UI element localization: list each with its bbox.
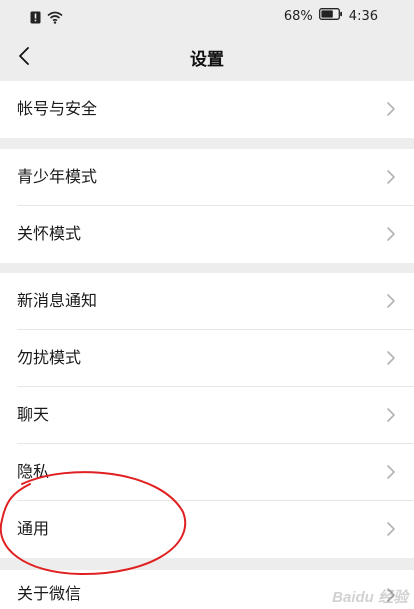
settings-row-account-security[interactable]: 帐号与安全 — [0, 81, 414, 138]
watermark: Baidu 经验 — [332, 589, 408, 606]
settings-row-notifications[interactable]: 新消息通知 — [0, 273, 414, 330]
settings-row-chat[interactable]: 聊天 — [0, 387, 414, 444]
status-bar: 68% 4:36 — [0, 0, 414, 34]
chevron-right-icon — [387, 408, 395, 422]
sim-alert-icon — [30, 9, 41, 28]
battery-icon — [318, 8, 343, 24]
battery-percent: 68% — [283, 8, 313, 24]
row-label: 新消息通知 — [17, 291, 98, 310]
chevron-right-icon — [387, 294, 395, 308]
page-title: 设置 — [190, 50, 224, 70]
settings-group-general: 新消息通知 勿扰模式 聊天 隐私 通用 — [0, 273, 414, 558]
chevron-right-icon — [387, 351, 395, 365]
clock: 4:36 — [348, 8, 378, 24]
nav-bar: 设置 — [0, 34, 414, 80]
chevron-right-icon — [387, 227, 395, 241]
settings-row-youth-mode[interactable]: 青少年模式 — [0, 149, 414, 206]
settings-row-do-not-disturb[interactable]: 勿扰模式 — [0, 330, 414, 387]
row-label: 隐私 — [17, 462, 50, 481]
row-label: 通用 — [17, 519, 50, 538]
settings-group-account: 帐号与安全 — [0, 81, 414, 138]
row-label: 关于微信 — [17, 584, 82, 603]
settings-row-care-mode[interactable]: 关怀模式 — [0, 206, 414, 263]
chevron-right-icon — [387, 170, 395, 184]
settings-row-privacy[interactable]: 隐私 — [0, 444, 414, 501]
row-label: 勿扰模式 — [17, 348, 82, 367]
chevron-right-icon — [387, 522, 395, 536]
row-label: 青少年模式 — [17, 167, 98, 186]
settings-screen: 68% 4:36 设置 帐号与安全 青少年模式 关怀模式 新消息通知 勿扰模式 … — [0, 0, 414, 609]
settings-group-modes: 青少年模式 关怀模式 — [0, 149, 414, 263]
settings-row-general[interactable]: 通用 — [0, 501, 414, 558]
status-right: 68% 4:36 — [284, 8, 378, 24]
row-label: 帐号与安全 — [17, 99, 98, 118]
status-left — [30, 9, 63, 28]
wifi-icon — [47, 9, 63, 28]
chevron-right-icon — [387, 465, 395, 479]
chevron-right-icon — [387, 102, 395, 116]
row-label: 关怀模式 — [17, 224, 82, 243]
row-label: 聊天 — [17, 405, 50, 424]
